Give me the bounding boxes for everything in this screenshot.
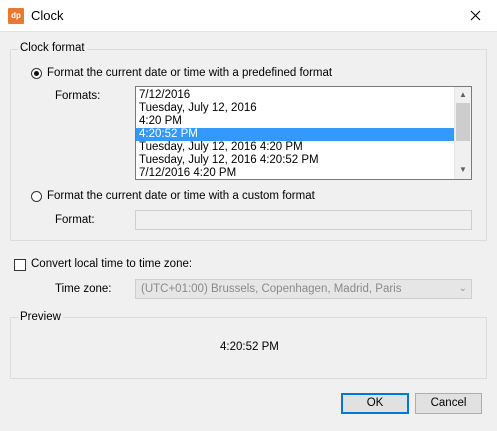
app-logo-icon: dp (8, 8, 24, 24)
title-bar (0, 0, 497, 32)
custom-format-radio[interactable] (31, 191, 42, 202)
time-zone-label: Time zone: (55, 283, 112, 295)
custom-format-radio-label[interactable]: Format the current date or time with a c… (47, 190, 315, 202)
clock-format-group-label: Clock format (18, 42, 87, 54)
cancel-button[interactable]: Cancel (415, 393, 482, 414)
predefined-format-radio[interactable] (31, 68, 42, 79)
format-option[interactable]: 7/12/2016 4:20 PM (136, 167, 456, 179)
window-title: Clock (31, 8, 64, 23)
scroll-down-icon[interactable]: ▼ (459, 165, 467, 174)
time-zone-value: (UTC+01:00) Brussels, Copenhagen, Madrid… (141, 283, 402, 295)
preview-group-label: Preview (18, 311, 63, 323)
ok-button[interactable]: OK (341, 393, 409, 414)
format-option[interactable]: 4:20 PM (136, 115, 456, 128)
scroll-thumb[interactable] (456, 103, 470, 141)
custom-format-input[interactable] (135, 210, 472, 230)
format-option[interactable]: 7/12/2016 (136, 89, 456, 102)
close-icon (470, 10, 480, 21)
format-option[interactable]: Tuesday, July 12, 2016 4:20:52 PM (136, 154, 456, 167)
formats-listbox[interactable]: 7/12/2016 Tuesday, July 12, 2016 4:20 PM 4:… (135, 86, 472, 180)
formats-list: 7/12/2016 Tuesday, July 12, 2016 4:20 PM 4:… (136, 89, 456, 179)
format-option[interactable]: Tuesday, July 12, 2016 (136, 102, 456, 115)
scroll-up-icon[interactable]: ▲ (459, 90, 467, 99)
custom-format-label: Format: (55, 214, 95, 226)
chevron-down-icon: ⌄ (458, 283, 467, 294)
time-zone-select[interactable]: (UTC+01:00) Brussels, Copenhagen, Madrid… (135, 279, 472, 299)
formats-label: Formats: (55, 90, 101, 102)
convert-time-zone-checkbox[interactable] (14, 259, 26, 271)
format-option[interactable]: 4:20:52 PM (136, 128, 456, 141)
preview-value: 4:20:52 PM (220, 341, 279, 353)
predefined-format-radio-label[interactable]: Format the current date or time with a p… (47, 67, 332, 79)
convert-time-zone-label[interactable]: Convert local time to time zone: (31, 258, 192, 270)
close-button[interactable] (453, 0, 497, 31)
format-option[interactable]: Tuesday, July 12, 2016 4:20 PM (136, 141, 456, 154)
formats-scrollbar[interactable]: ▲ ▼ (454, 87, 471, 179)
